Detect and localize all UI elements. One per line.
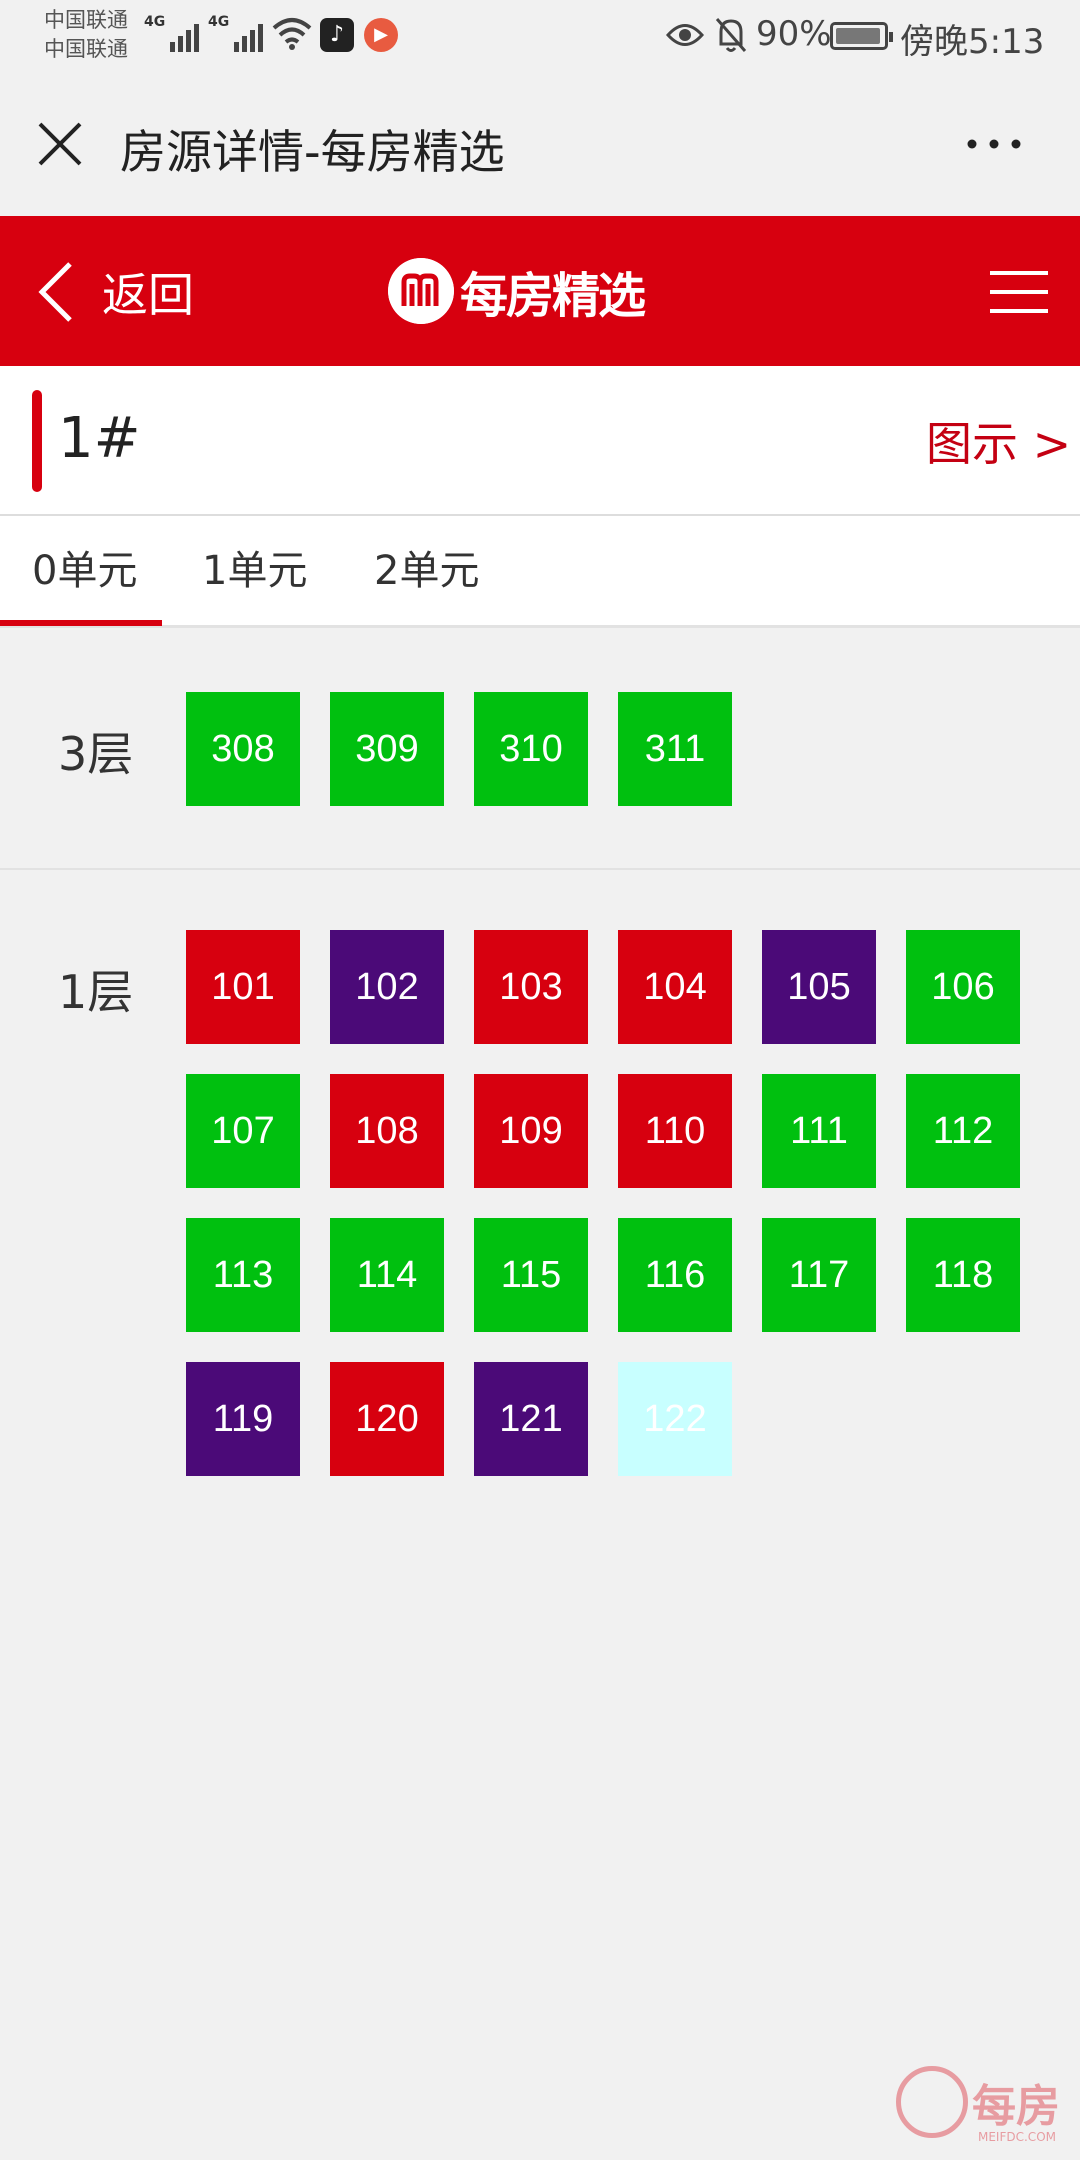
watermark: 每房 MEIFDC.COM (896, 2066, 1060, 2144)
unit-sold[interactable]: 104 (618, 930, 732, 1044)
back-label: 返回 (102, 268, 194, 322)
battery-icon (830, 22, 893, 50)
carrier-2: 中国联通 (44, 37, 128, 61)
unit-reserved[interactable]: 119 (186, 1362, 300, 1476)
mute-bell-icon (715, 18, 747, 52)
unit-available[interactable]: 116 (618, 1218, 732, 1332)
tiktok-icon: ♪ (320, 18, 354, 52)
wechat-title-bar: 房源详情-每房精选 (0, 72, 1080, 216)
page-title: 房源详情-每房精选 (120, 125, 505, 179)
unit-tabs: 0单元 1单元 2单元 (0, 516, 1080, 628)
floor-label: 1层 (58, 965, 134, 1019)
unit-available[interactable]: 311 (618, 692, 732, 806)
floor-label: 3层 (58, 727, 134, 781)
unit-available[interactable]: 112 (906, 1074, 1020, 1188)
unit-reserved[interactable]: 121 (474, 1362, 588, 1476)
unit-other[interactable]: 122 (618, 1362, 732, 1476)
video-app-icon: ▶ (364, 18, 398, 52)
tab-unit-0[interactable]: 0单元 (32, 538, 137, 596)
watermark-sub: MEIFDC.COM (978, 2130, 1056, 2144)
unit-available[interactable]: 310 (474, 692, 588, 806)
status-bar: 中国联通 中国联通 4G 4G ♪ ▶ 90% 傍晚5:13 (0, 0, 1080, 72)
unit-sold[interactable]: 109 (474, 1074, 588, 1188)
signal-1-icon: 4G (144, 14, 200, 52)
watermark-text: 每房 (972, 2081, 1060, 2132)
floor-divider (0, 868, 1080, 870)
unit-sold[interactable]: 103 (474, 930, 588, 1044)
wifi-icon (272, 18, 312, 50)
unit-available[interactable]: 114 (330, 1218, 444, 1332)
unit-available[interactable]: 111 (762, 1074, 876, 1188)
carrier-1: 中国联通 (44, 8, 128, 32)
building-header: 1# 图示 > (0, 366, 1080, 516)
unit-reserved[interactable]: 105 (762, 930, 876, 1044)
unit-available[interactable]: 118 (906, 1218, 1020, 1332)
battery-percent: 90% (756, 14, 832, 54)
network-2-label: 4G (208, 14, 230, 30)
unit-sold[interactable]: 101 (186, 930, 300, 1044)
brand-logo: 每房精选 (388, 256, 646, 326)
tab-unit-1[interactable]: 1单元 (202, 538, 307, 596)
clock: 傍晚5:13 (900, 22, 1045, 62)
unit-available[interactable]: 115 (474, 1218, 588, 1332)
unit-available[interactable]: 106 (906, 930, 1020, 1044)
signal-2-icon: 4G (208, 14, 264, 52)
active-tab-indicator (0, 620, 162, 626)
unit-available[interactable]: 117 (762, 1218, 876, 1332)
unit-sold[interactable]: 120 (330, 1362, 444, 1476)
logo-mark-icon (388, 258, 454, 324)
logo-text: 每房精选 (460, 268, 646, 324)
accent-bar (32, 390, 42, 492)
unit-available[interactable]: 107 (186, 1074, 300, 1188)
unit-sold[interactable]: 110 (618, 1074, 732, 1188)
site-header: 返回 每房精选 (0, 216, 1080, 366)
network-1-label: 4G (144, 14, 166, 30)
unit-available[interactable]: 113 (186, 1218, 300, 1332)
unit-available[interactable]: 308 (186, 692, 300, 806)
legend-link[interactable]: 图示 > (926, 408, 1071, 474)
carrier-info: 中国联通 中国联通 (44, 6, 128, 64)
close-icon[interactable] (36, 120, 84, 168)
eye-icon (666, 24, 704, 46)
unit-sold[interactable]: 108 (330, 1074, 444, 1188)
watermark-logo-icon (896, 2066, 968, 2138)
chevron-left-icon (38, 262, 72, 322)
building-name: 1# (58, 406, 141, 471)
menu-icon[interactable] (990, 270, 1048, 314)
tab-unit-2[interactable]: 2单元 (374, 538, 479, 596)
unit-reserved[interactable]: 102 (330, 930, 444, 1044)
more-options-icon[interactable] (964, 134, 1024, 154)
back-button[interactable]: 返回 (36, 260, 194, 324)
unit-available[interactable]: 309 (330, 692, 444, 806)
